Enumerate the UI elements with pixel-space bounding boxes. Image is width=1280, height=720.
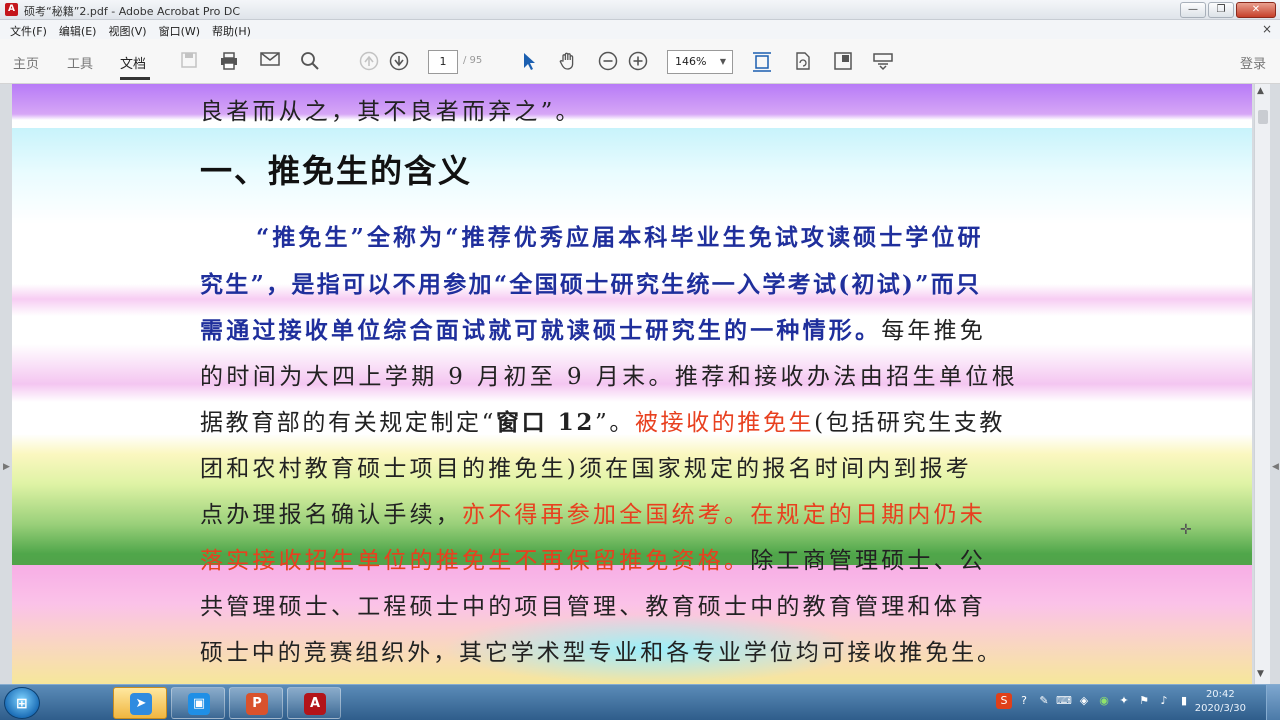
taskbar: ⊞ ➤ ▣ P A S ? ✎ ⌨ ◈ ◉ ✦ ⚑ ♪ ▮ 20:42 2020… — [0, 684, 1280, 720]
close-button[interactable]: ✕ — [1236, 2, 1276, 18]
text-line-4: 的时间为大四上学期 9 月初至 9 月末。推荐和接收办法由招生单位根 — [200, 364, 1019, 390]
menu-bar: 文件(F) 编辑(E) 视图(V) 窗口(W) 帮助(H) × — [0, 20, 1280, 39]
shield-icon[interactable]: ◉ — [1096, 693, 1112, 709]
system-tray: S ? ✎ ⌨ ◈ ◉ ✦ ⚑ ♪ ▮ — [996, 693, 1192, 709]
right-panel-toggle-icon[interactable]: ◀ — [1272, 462, 1279, 472]
scroll-down-icon[interactable]: ▼ — [1257, 669, 1264, 679]
text-line-8-b: 除工商管理硕士、公 — [750, 548, 987, 574]
active-tab-indicator — [120, 77, 150, 80]
chevron-down-icon: ▼ — [719, 57, 726, 66]
hand-icon[interactable] — [557, 51, 579, 73]
page-up-icon[interactable] — [358, 51, 380, 73]
window-title: 硕考“秘籍”2.pdf - Adobe Acrobat Pro DC — [24, 5, 241, 18]
sign-in-link[interactable]: 登录 — [1240, 53, 1266, 72]
text-line-3-blue: 需通过接收单位综合面试就可就读硕士研究生的一种情形。 — [200, 317, 882, 344]
zoom-level-value: 146% — [675, 55, 707, 68]
text-line-0: 良者而从之，其不良者而弃之”。 — [200, 99, 582, 125]
taskbar-app-feishu[interactable]: ➤ — [113, 687, 167, 719]
save-icon[interactable] — [178, 51, 200, 73]
text-line-1: “推免生”全称为“推荐优秀应届本科毕业生免试攻读硕士学位研 — [256, 224, 984, 251]
keyboard-icon[interactable]: ⌨ — [1056, 693, 1072, 709]
document-viewport[interactable]: ▶ ◀ 良者而从之，其不良者而弃之”。 一、推免生的含义 “推免生”全称为“推荐… — [0, 84, 1280, 684]
text-line-7-red: 亦不得再参加全国统考。在规定的日期内仍未 — [462, 502, 986, 528]
restore-button[interactable]: ❐ — [1208, 2, 1234, 18]
clock[interactable]: 20:42 2020/3/30 — [1195, 688, 1246, 716]
search-icon[interactable] — [299, 51, 321, 73]
rotate-page-icon[interactable] — [792, 51, 814, 73]
zoom-in-icon[interactable] — [627, 51, 649, 73]
clock-time: 20:42 — [1205, 689, 1235, 700]
clock-date: 2020/3/30 — [1194, 703, 1246, 714]
taskbar-app-powerpoint[interactable]: P — [229, 687, 283, 719]
network-icon[interactable]: ◈ — [1076, 693, 1092, 709]
touch-mode-icon[interactable] — [872, 51, 894, 73]
close-document-icon[interactable]: × — [1262, 22, 1272, 36]
taskbar-app-calendar[interactable]: ▣ — [171, 687, 225, 719]
page-down-icon[interactable] — [388, 51, 410, 73]
page-number-input[interactable]: 1 — [428, 50, 458, 74]
menu-file[interactable]: 文件(F) — [4, 20, 53, 39]
menu-view[interactable]: 视图(V) — [102, 20, 152, 39]
mail-icon[interactable] — [259, 51, 281, 73]
select-arrow-icon[interactable] — [518, 51, 540, 73]
text-line-10: 硕士中的竞赛组织外，其它学术型专业和各专业学位均可接收推免生。 — [200, 640, 1003, 666]
minimize-button[interactable]: — — [1180, 2, 1206, 18]
section-heading: 一、推免生的含义 — [200, 152, 473, 190]
start-button[interactable]: ⊞ — [4, 687, 40, 719]
show-desktop-button[interactable] — [1266, 685, 1280, 720]
tab-document[interactable]: 文档 — [120, 53, 146, 72]
text-line-9: 共管理硕士、工程硕士中的项目管理、教育硕士中的教育管理和体育 — [200, 594, 986, 620]
text-line-7: 点办理报名确认手续，亦不得再参加全国统考。在规定的日期内仍未 — [200, 495, 1064, 529]
menu-window[interactable]: 窗口(W) — [153, 20, 206, 39]
acrobat-app-icon: A — [5, 3, 18, 16]
vertical-scrollbar[interactable]: ▲ ▼ — [1254, 84, 1270, 684]
left-panel-toggle-icon[interactable]: ▶ — [3, 462, 10, 472]
full-screen-icon[interactable] — [832, 51, 854, 73]
flag-icon[interactable]: ⚑ — [1136, 693, 1152, 709]
paper-plane-icon: ➤ — [130, 693, 152, 715]
calendar-icon: ▣ — [188, 693, 210, 715]
window-controls: — ❐ ✕ — [1180, 2, 1276, 18]
text-line-5-c: ”。 — [594, 410, 635, 436]
text-line-5-e: (包括研究生支教 — [814, 410, 1005, 436]
text-line-6: 团和农村教育硕士项目的推免生)须在国家规定的报名时间内到报考 — [200, 456, 972, 482]
windows-logo-icon: ⊞ — [16, 696, 28, 712]
volume-icon[interactable]: ♪ — [1156, 693, 1172, 709]
text-line-5: 据教育部的有关规定制定“窗口 12”。被接收的推免生(包括研究生支教 — [200, 403, 1064, 437]
text-line-3: 需通过接收单位综合面试就可就读硕士研究生的一种情形。每年推免 — [200, 311, 1064, 345]
page-total: / 95 — [463, 55, 483, 66]
scroll-up-icon[interactable]: ▲ — [1257, 86, 1264, 96]
text-line-5-red: 被接收的推免生 — [634, 410, 815, 436]
help-icon[interactable]: ? — [1016, 693, 1032, 709]
text-line-2: 究生”，是指可以不用参加“全国硕士研究生统一入学考试(初试)”而只 — [200, 271, 982, 298]
text-line-5-a: 据教育部的有关规定制定“ — [200, 410, 496, 436]
print-icon[interactable] — [218, 51, 240, 73]
scroll-thumb[interactable] — [1258, 110, 1268, 124]
text-line-8-red: 落实接收招生单位的推免生不再保留推免资格。 — [200, 548, 751, 574]
menu-edit[interactable]: 编辑(E) — [53, 20, 103, 39]
security-icon[interactable]: ✦ — [1116, 693, 1132, 709]
move-cursor-icon: ✛ — [1180, 522, 1192, 538]
acrobat-icon: A — [304, 693, 326, 715]
tab-home[interactable]: 主页 — [13, 53, 39, 72]
powerpoint-icon: P — [246, 693, 268, 715]
text-line-3-black: 每年推免 — [881, 318, 987, 344]
taskbar-app-acrobat[interactable]: A — [287, 687, 341, 719]
text-line-5-window: 窗口 12 — [495, 409, 595, 436]
text-line-8: 落实接收招生单位的推免生不再保留推免资格。除工商管理硕士、公 — [200, 541, 1064, 575]
pen-icon[interactable]: ✎ — [1036, 693, 1052, 709]
signal-icon[interactable]: ▮ — [1176, 693, 1192, 709]
toolbar: 主页 工具 文档 1 / 95 146% ▼ 登录 — [0, 39, 1280, 84]
menu-help[interactable]: 帮助(H) — [206, 20, 257, 39]
input-method-icon[interactable]: S — [996, 693, 1012, 709]
text-line-7-a: 点办理报名确认手续， — [200, 502, 462, 528]
zoom-level-select[interactable]: 146% ▼ — [667, 50, 733, 74]
zoom-out-icon[interactable] — [597, 51, 619, 73]
tab-tools[interactable]: 工具 — [67, 53, 93, 72]
title-bar: A 硕考“秘籍”2.pdf - Adobe Acrobat Pro DC — ❐… — [0, 0, 1280, 20]
fit-width-icon[interactable] — [751, 51, 773, 73]
